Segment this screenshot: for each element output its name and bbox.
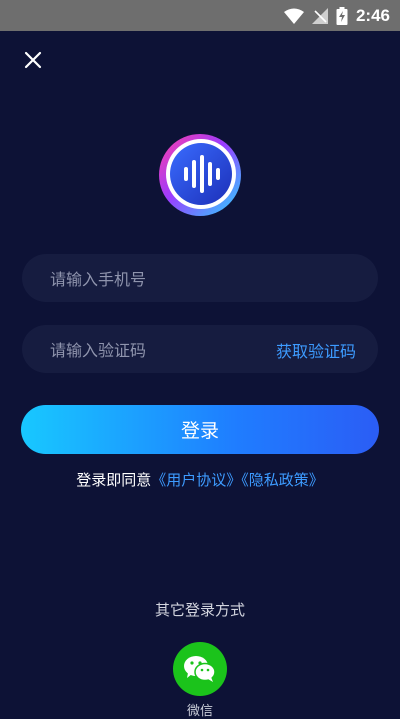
close-button[interactable] xyxy=(20,47,46,73)
app-logo xyxy=(158,133,242,217)
battery-icon xyxy=(336,7,348,25)
status-time: 2:46 xyxy=(355,6,390,25)
agreement-text: 登录即同意《用户协议》《隐私政策》 xyxy=(0,469,400,490)
login-button[interactable]: 登录 xyxy=(21,405,379,454)
privacy-policy-link[interactable]: 《隐私政策》 xyxy=(241,471,324,489)
wifi-icon xyxy=(283,8,304,24)
phone-field xyxy=(22,254,378,304)
status-icons: 2:46 xyxy=(283,6,390,26)
voice-wave-icon xyxy=(159,134,241,216)
other-login-title: 其它登录方式 xyxy=(154,601,245,619)
verification-code-input[interactable] xyxy=(48,325,272,375)
get-code-button[interactable]: 获取验证码 xyxy=(276,338,356,362)
no-signal-icon xyxy=(311,8,328,24)
close-icon xyxy=(24,51,42,69)
verification-code-field: 获取验证码 xyxy=(22,325,378,375)
phone-input[interactable] xyxy=(48,254,272,304)
user-agreement-link[interactable]: 《用户协议》 xyxy=(151,471,241,489)
wechat-icon xyxy=(184,656,216,682)
status-bar: 2:46 xyxy=(0,0,400,31)
agreement-prefix: 登录即同意 xyxy=(76,471,152,489)
wechat-login-button[interactable] xyxy=(173,642,227,696)
wechat-label: 微信 xyxy=(186,704,213,719)
